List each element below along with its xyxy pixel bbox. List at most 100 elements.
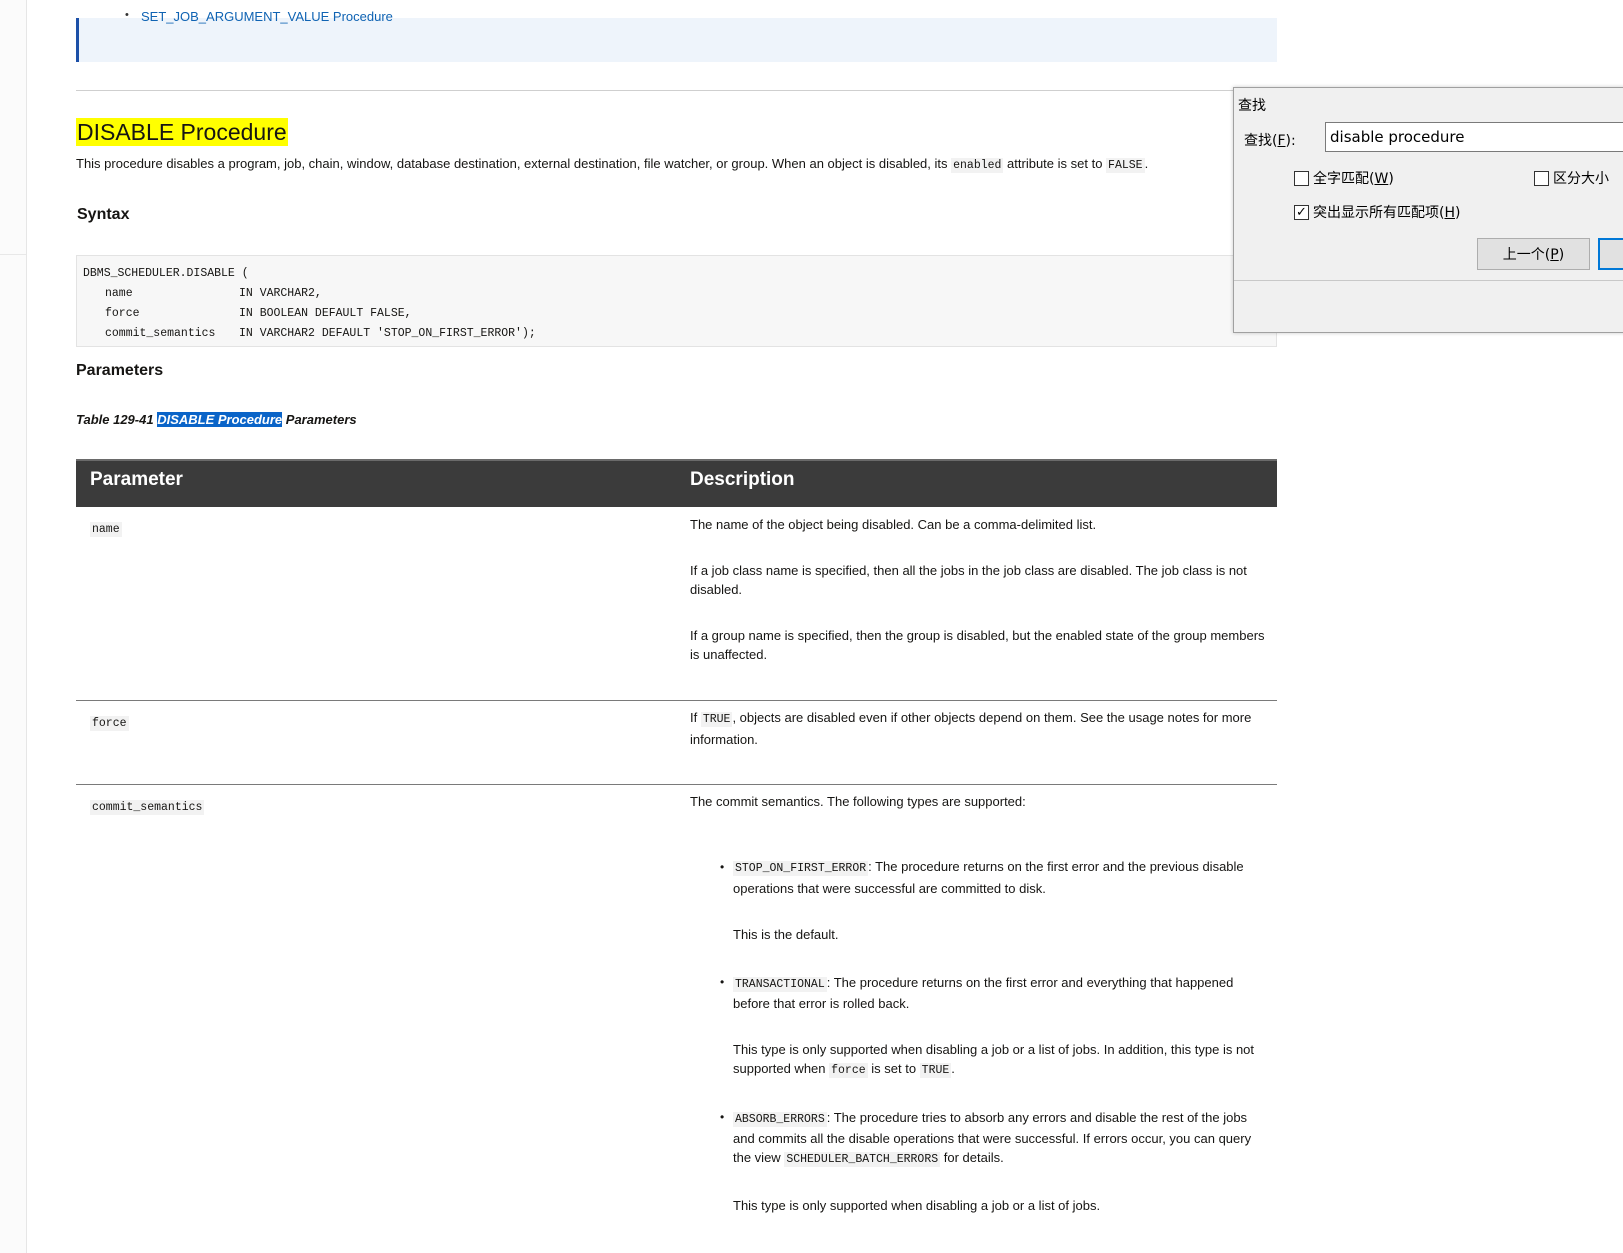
section-intro: This procedure disables a program, job, … — [76, 155, 1148, 175]
button-text: ) — [1558, 247, 1565, 263]
code-param-spec: IN VARCHAR2, — [239, 287, 322, 300]
code-param-spec: IN BOOLEAN DEFAULT FALSE, — [239, 307, 412, 320]
related-topic-link[interactable]: • SET_JOB_ARGUMENT_VALUE Procedure — [125, 9, 393, 24]
intro-text: attribute is set to — [1003, 156, 1107, 171]
label-text: 全字匹配( — [1313, 171, 1375, 187]
code-param-name: commit_semantics — [105, 327, 216, 340]
sidebar-divider — [0, 254, 26, 255]
parameters-table: Parameter Description name The name of t… — [76, 459, 1277, 1225]
label-text: 查找( — [1244, 133, 1278, 149]
table-header: Parameter Description — [76, 459, 1277, 507]
param-name: force — [90, 716, 129, 731]
previous-button[interactable]: 上一个(P) — [1477, 238, 1590, 270]
code-param-name: force — [105, 307, 140, 320]
check-icon[interactable]: ✓ — [1294, 204, 1309, 220]
bullet-icon: • — [720, 975, 725, 989]
table-row: commit_semantics The commit semantics. T… — [76, 785, 1277, 1225]
text-run: for details. — [940, 1150, 1004, 1165]
access-key: P — [1550, 247, 1559, 263]
related-topics-box: • SET_JOB_ARGUMENT_VALUE Procedure — [76, 9, 1277, 62]
text-run: If — [690, 710, 701, 725]
inline-code: TRUE — [700, 712, 733, 727]
access-key: W — [1374, 171, 1389, 187]
access-key: F — [1277, 133, 1286, 149]
description-text: This is the default. — [733, 927, 839, 942]
label-text: ) — [1455, 205, 1461, 221]
find-dialog-title: 查找 — [1238, 98, 1266, 114]
parameters-heading: Parameters — [76, 362, 164, 379]
description-text: This type is only supported when disabli… — [733, 1040, 1266, 1080]
syntax-code-block: DBMS_SCHEDULER.DISABLE ( name IN VARCHAR2… — [76, 255, 1277, 347]
button-text: 上一个( — [1502, 247, 1551, 263]
bullet-icon: • — [720, 860, 725, 874]
intro-text: . — [1144, 156, 1149, 171]
param-name: name — [90, 522, 122, 537]
label-text: ) — [1388, 171, 1394, 187]
description-cell: The commit semantics. The following type… — [690, 792, 1266, 1215]
find-label: 查找(F): — [1244, 130, 1296, 150]
param-cell: name — [90, 519, 122, 537]
syntax-heading: Syntax — [77, 206, 130, 223]
checkbox-box[interactable] — [1294, 170, 1309, 186]
code-line: name IN VARCHAR2, — [83, 284, 1270, 304]
inline-code: TRANSACTIONAL — [733, 977, 827, 992]
list-item: • STOP_ON_FIRST_ERROR: The procedure ret… — [690, 857, 1266, 945]
description-text: If a job class name is specified, then a… — [690, 563, 1247, 597]
inline-code: SCHEDULER_BATCH_ERRORS — [784, 1152, 941, 1167]
text-run: is set to — [867, 1061, 920, 1076]
label-text: ): — [1285, 133, 1296, 149]
match-case-checkbox[interactable]: 区分大小 — [1534, 168, 1609, 188]
checkbox-label[interactable]: 全字匹配(W) — [1313, 168, 1394, 188]
param-cell: commit_semantics — [90, 797, 205, 815]
checkbox-label[interactable]: 区分大小 — [1553, 168, 1609, 188]
checkbox-label[interactable]: 突出显示所有匹配项(H) — [1313, 202, 1460, 222]
inline-code: enabled — [951, 158, 1004, 173]
table-caption: Table 129-41 DISABLE Procedure Parameter… — [76, 412, 357, 427]
section-title: DISABLE Procedure — [76, 118, 288, 146]
inline-code: STOP_ON_FIRST_ERROR — [733, 861, 869, 876]
param-cell: force — [90, 713, 129, 731]
dialog-divider — [1234, 280, 1623, 281]
label-text: 突出显示所有匹配项( — [1313, 205, 1445, 221]
section-divider — [76, 90, 1277, 91]
find-dialog: 查找 查找(F): 全字匹配(W) 区分大小 ✓ 突出显示所有匹配项(H) 上一… — [1233, 87, 1623, 333]
description-text: This type is only supported when disabli… — [733, 1198, 1101, 1213]
access-key: H — [1444, 205, 1455, 221]
caption-prefix: Table 129-41 — [76, 412, 158, 427]
text-run: This type is only supported when disabli… — [733, 1042, 1255, 1076]
bullet-icon: • — [125, 9, 129, 21]
whole-word-checkbox[interactable]: 全字匹配(W) — [1294, 168, 1394, 188]
inline-code: TRUE — [919, 1063, 952, 1078]
caption-selected-text: DISABLE Procedure — [157, 412, 283, 427]
description-cell: The name of the object being disabled. C… — [690, 515, 1266, 664]
code-param-spec: IN VARCHAR2 DEFAULT 'STOP_ON_FIRST_ERROR… — [239, 327, 536, 340]
bullet-icon: • — [720, 1110, 725, 1124]
column-header-parameter: Parameter — [90, 469, 183, 490]
code-line: force IN BOOLEAN DEFAULT FALSE, — [83, 304, 1270, 324]
table-row: force If TRUE, objects are disabled even… — [76, 701, 1277, 785]
description-text: ABSORB_ERRORS: The procedure tries to ab… — [733, 1108, 1266, 1169]
text-run: , objects are disabled even if other obj… — [690, 710, 1252, 747]
highlight-all-checkbox[interactable]: ✓ 突出显示所有匹配项(H) — [1294, 202, 1460, 222]
list-item: • TRANSACTIONAL: The procedure returns o… — [690, 973, 1266, 1080]
code-line: DBMS_SCHEDULER.DISABLE ( — [83, 267, 249, 280]
description-text: The commit semantics. The following type… — [690, 794, 1026, 809]
code-line: commit_semantics IN VARCHAR2 DEFAULT 'STO… — [83, 324, 1270, 344]
description-cell: If TRUE, objects are disabled even if ot… — [690, 708, 1266, 750]
left-sidebar-rail — [0, 0, 27, 1253]
column-header-description: Description — [690, 469, 795, 490]
caption-suffix: Parameters — [282, 412, 357, 427]
related-topic-label[interactable]: SET_JOB_ARGUMENT_VALUE Procedure — [141, 9, 393, 24]
table-row: name The name of the object being disabl… — [76, 507, 1277, 701]
inline-code: FALSE — [1106, 158, 1145, 173]
description-text: If a group name is specified, then the g… — [690, 628, 1265, 662]
checkbox-box[interactable] — [1534, 170, 1549, 186]
description-text: TRANSACTIONAL: The procedure returns on … — [733, 973, 1266, 1013]
find-input[interactable] — [1325, 122, 1623, 152]
description-text: The name of the object being disabled. C… — [690, 517, 1097, 532]
list-item: • ABSORB_ERRORS: The procedure tries to … — [690, 1108, 1266, 1215]
description-text: STOP_ON_FIRST_ERROR: The procedure retur… — [733, 857, 1266, 899]
code-param-name: name — [105, 287, 133, 300]
next-button[interactable] — [1598, 238, 1623, 270]
inline-code: force — [829, 1063, 868, 1078]
